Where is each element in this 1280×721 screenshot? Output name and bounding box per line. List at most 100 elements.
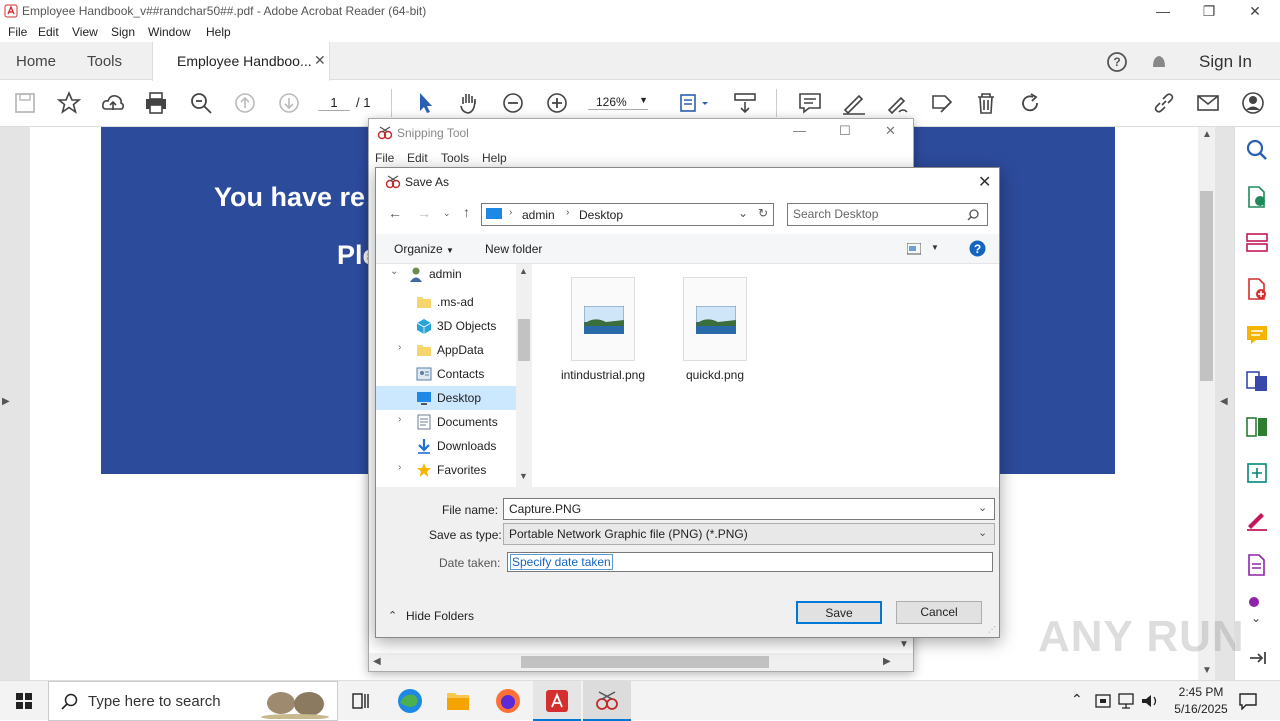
help-icon[interactable]: ? [1106,51,1128,73]
tree-scrollbar-thumb[interactable] [518,319,530,361]
close-button[interactable]: ✕ [1232,0,1278,22]
edit-pdf-icon[interactable] [1244,552,1270,578]
menu-window[interactable]: Window [148,25,191,39]
snip-minimize-button[interactable]: — [793,123,806,138]
hand-tool-icon[interactable] [456,90,482,116]
hide-folders-button[interactable]: Hide Folders [406,609,474,623]
page-fit-icon[interactable] [678,90,712,116]
zoom-search-icon[interactable] [188,90,214,116]
tab-home[interactable]: Home [16,53,56,70]
dialog-close-button[interactable]: ✕ [978,172,991,192]
date-taken-input[interactable]: Specify date taken [507,552,993,572]
forward-arrow-icon[interactable]: → [417,205,431,221]
dialog-help-icon[interactable]: ? [969,240,986,257]
scroll-down-arrow-icon[interactable]: ▼ [1202,665,1212,676]
snip-close-button[interactable]: ✕ [885,123,896,139]
notification-bell-icon[interactable] [1149,51,1169,73]
back-arrow-icon[interactable]: ← [388,205,402,221]
cloud-upload-icon[interactable] [100,90,126,116]
sign-in-link[interactable]: Sign In [1199,52,1252,72]
tray-clock-date[interactable]: 5/16/2025 [1166,702,1236,716]
tree-item-3d-objects[interactable]: 3D Objects [376,314,516,338]
export-pdf-icon[interactable] [1244,184,1270,210]
share-link-icon[interactable] [1151,90,1177,116]
collapsed-chevron-icon[interactable]: › [398,462,401,473]
sign-pen-icon[interactable] [885,90,911,116]
zoom-in-icon[interactable] [544,90,570,116]
maximize-button[interactable]: ❐ [1186,0,1232,22]
zoom-level-select[interactable]: 126% ▼ [588,95,648,110]
menu-help[interactable]: Help [206,25,231,39]
fill-sign-icon[interactable] [1244,506,1270,532]
resize-grip-icon[interactable]: ⋰ [988,625,996,634]
organize-button[interactable]: Organize ▼ [394,242,454,256]
file-name-input[interactable]: Capture.PNG ⌄ [503,498,995,520]
taskbar-acrobat-button[interactable] [533,681,581,721]
expanded-chevron-icon[interactable]: ⌄ [390,266,398,277]
scroll-mode-icon[interactable] [732,90,758,116]
menu-sign[interactable]: Sign [111,25,135,39]
breadcrumb-admin[interactable]: admin [522,208,555,222]
tray-wired-network-icon[interactable] [1117,692,1135,710]
task-view-icon[interactable] [336,681,384,721]
tab-tools[interactable]: Tools [87,53,122,70]
snip-menu-file[interactable]: File [375,151,394,165]
minimize-button[interactable]: — [1140,0,1186,22]
right-pane-toggle-icon[interactable]: ◀ [1220,396,1228,407]
scroll-right-arrow-icon[interactable]: ▶ [883,656,891,667]
tree-scroll-up-icon[interactable]: ▲ [519,266,528,276]
print-icon[interactable] [143,90,169,116]
tray-clock-time[interactable]: 2:45 PM [1172,685,1230,699]
chevron-up-icon[interactable]: ⌃ [388,609,397,622]
taskbar-snipping-tool-button[interactable] [583,681,631,721]
tree-item-favorites[interactable]: › Favorites [376,458,516,482]
refresh-icon[interactable]: ↻ [758,206,768,220]
file-item[interactable]: intindustrial.png [553,277,653,387]
tree-item-appdata[interactable]: › AppData [376,338,516,362]
chevron-down-icon[interactable]: ⌄ [978,501,987,514]
tree-item-documents[interactable]: › Documents [376,410,516,434]
bookmark-star-icon[interactable] [56,90,82,116]
breadcrumb-desktop[interactable]: Desktop [579,208,623,222]
email-icon[interactable] [1195,90,1221,116]
snip-maximize-button[interactable]: ☐ [839,123,851,139]
snip-menu-edit[interactable]: Edit [407,151,428,165]
compare-files-icon[interactable] [1244,414,1270,440]
menu-edit[interactable]: Edit [38,25,59,39]
tab-document[interactable]: Employee Handboo... ✕ [152,42,330,81]
chevron-down-icon[interactable]: ⌄ [978,526,987,539]
up-folder-arrow-icon[interactable]: ↑ [463,204,470,220]
stamp-edit-icon[interactable] [929,90,955,116]
tray-expand-icon[interactable]: ⌃ [1071,691,1083,708]
previous-page-icon[interactable] [232,90,258,116]
snip-scrollbar-thumb[interactable] [521,656,769,668]
share-user-icon[interactable] [1240,90,1266,116]
scrollbar-thumb[interactable] [1200,191,1213,381]
tree-scrollbar[interactable]: ▲ ▼ [516,264,532,487]
view-chevron-icon[interactable]: ▼ [931,243,939,252]
tree-item-contacts[interactable]: Contacts [376,362,516,386]
recent-locations-chevron-icon[interactable]: ⌄ [443,208,451,219]
select-cursor-icon[interactable] [412,90,438,116]
file-item[interactable]: quickd.png [665,277,765,387]
snip-scroll-down-icon[interactable]: ▼ [899,639,909,650]
save-type-select[interactable]: Portable Network Graphic file (PNG) (*.P… [503,523,995,545]
delete-trash-icon[interactable] [973,90,999,116]
tray-network-drive-icon[interactable] [1094,692,1112,710]
page-number-input[interactable]: 1 [318,95,350,111]
menu-view[interactable]: View [72,25,98,39]
search-desktop-input[interactable]: Search Desktop [787,203,988,226]
tree-scroll-down-icon[interactable]: ▼ [519,471,528,481]
taskbar-search-box[interactable]: Type here to search [48,681,338,721]
organize-pages-icon[interactable] [1244,230,1270,256]
file-explorer-icon[interactable] [434,681,482,721]
new-folder-button[interactable]: New folder [485,242,542,256]
save-button[interactable]: Save [796,601,882,624]
zoom-out-icon[interactable] [500,90,526,116]
create-pdf-icon[interactable] [1244,276,1270,302]
scroll-up-arrow-icon[interactable]: ▲ [1202,129,1212,140]
highlight-pen-icon[interactable] [841,90,867,116]
tree-item-ms-ad[interactable]: .ms-ad [376,290,516,314]
collapsed-chevron-icon[interactable]: › [398,414,401,425]
next-page-icon[interactable] [276,90,302,116]
